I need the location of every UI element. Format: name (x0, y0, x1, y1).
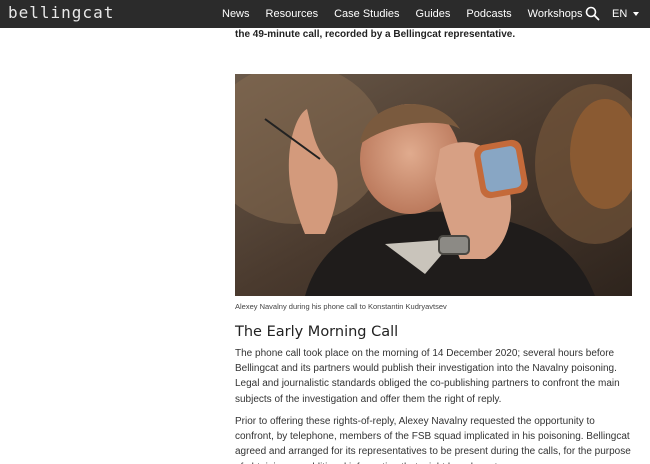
language-selector[interactable]: EN (612, 7, 640, 21)
photo-caption: Alexey Navalny during his phone call to … (235, 302, 447, 311)
nav-link-case-studies[interactable]: Case Studies (334, 8, 399, 20)
section-heading: The Early Morning Call (235, 324, 399, 340)
nav-link-guides[interactable]: Guides (416, 8, 451, 20)
paragraph-1: The phone call took place on the morning… (235, 348, 620, 405)
nav-link-news[interactable]: News (222, 8, 250, 20)
article-body: the 49-minute call, recorded by a Bellin… (235, 28, 632, 464)
top-navbar: bellingcat News Resources Case Studies G… (0, 0, 650, 28)
chevron-down-icon (633, 12, 640, 16)
language-label: EN (612, 8, 628, 20)
nav-link-workshops[interactable]: Workshops (528, 8, 583, 20)
intro-fragment: the 49-minute call, recorded by a Bellin… (235, 29, 516, 40)
nav-link-podcasts[interactable]: Podcasts (466, 8, 511, 20)
bellingcat-logo[interactable]: bellingcat (8, 3, 114, 22)
paragraph-2: Prior to offering these rights-of-reply,… (235, 416, 631, 464)
nav-link-resources[interactable]: Resources (266, 8, 319, 20)
main-nav: News Resources Case Studies Guides Podca… (222, 0, 598, 28)
search-icon[interactable] (585, 6, 600, 21)
article-photo (235, 74, 632, 296)
